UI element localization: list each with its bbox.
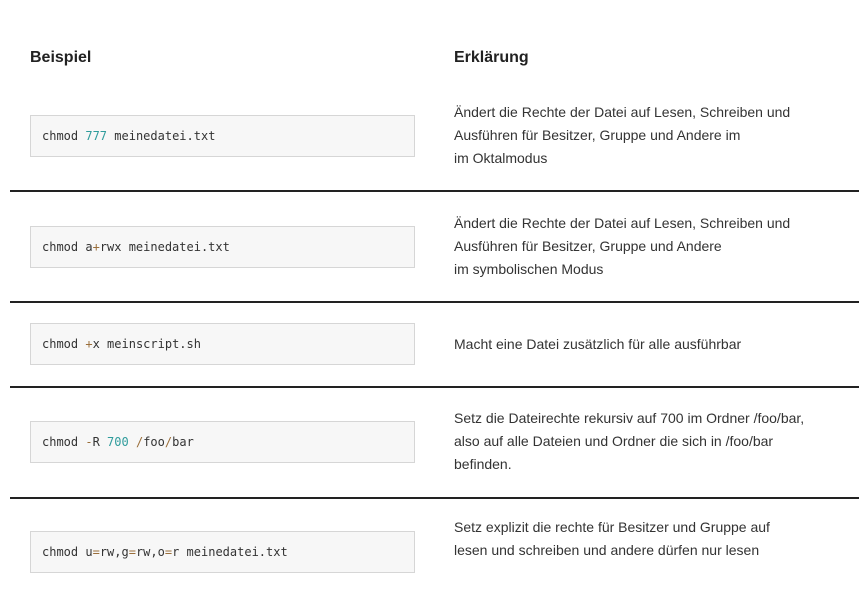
explanation-line: befinden. — [454, 456, 512, 472]
code-token: rw,g — [99, 545, 129, 559]
code-token: - — [85, 435, 93, 449]
code-token: 700 — [107, 435, 129, 449]
code-token: chmod u — [42, 545, 93, 559]
explanation-line: im symbolischen Modus — [454, 261, 604, 277]
code-token: chmod — [42, 129, 86, 143]
explanation-text: Macht eine Datei zusätzlich für alle aus… — [454, 333, 854, 356]
code-token: chmod — [42, 435, 86, 449]
code-token: + — [85, 337, 93, 351]
code-token: rw,o — [135, 545, 165, 559]
code-token: = — [92, 545, 100, 559]
explanation-line: Ausführen für Besitzer, Gruppe und Ander… — [454, 127, 741, 143]
explanation-line: Ändert die Rechte der Datei auf Lesen, S… — [454, 215, 791, 231]
code-token: chmod — [42, 337, 86, 351]
explanation-line: Setz explizit die rechte für Besitzer un… — [454, 519, 770, 535]
table-row: chmod 777 meinedatei.txt Ändert die Recht… — [10, 92, 859, 192]
code-example: chmod -R 700 /foo/bar — [30, 421, 415, 463]
code-example: chmod a+rwx meinedatei.txt — [30, 226, 415, 268]
code-token: R — [92, 435, 108, 449]
code-example: chmod u=rw,g=rw,o=r meinedatei.txt — [30, 531, 415, 573]
code-token: bar — [172, 435, 194, 449]
code-token: = — [164, 545, 173, 559]
table-header: Beispiel Erklärung — [10, 0, 859, 92]
table-body: chmod 777 meinedatei.txt Ändert die Recht… — [10, 92, 859, 589]
explanation-text: Setz explizit die rechte für Besitzer un… — [454, 516, 854, 562]
code-token: chmod a — [42, 240, 93, 254]
code-token: x meinscript.sh — [92, 337, 201, 351]
explanation-text: Ändert die Rechte der Datei auf Lesen, S… — [454, 101, 854, 170]
code-token: r meinedatei.txt — [172, 545, 288, 559]
explanation-line: Macht eine Datei zusätzlich für alle aus… — [454, 336, 742, 352]
table-row: chmod a+rwx meinedatei.txt Ändert die Rec… — [10, 192, 859, 303]
code-token: + — [92, 240, 100, 254]
table-row: chmod -R 700 /foo/bar Setz die Dateirecht… — [10, 388, 859, 499]
code-token: rwx meinedatei.txt — [99, 240, 230, 254]
table-row: chmod +x meinscript.sh Macht eine Datei z… — [10, 303, 859, 388]
explanation-line: lesen und schreiben und andere dürfen nu… — [454, 542, 760, 558]
explanation-text: Setz die Dateirechte rekursiv auf 700 im… — [454, 407, 854, 476]
explanation-line: Ausführen für Besitzer, Gruppe und Ander… — [454, 238, 722, 254]
code-token: = — [128, 545, 136, 559]
table-row: chmod u=rw,g=rw,o=r meinedatei.txt Setz e… — [10, 499, 859, 589]
explanation-line: Ändert die Rechte der Datei auf Lesen, S… — [454, 104, 791, 120]
explanation-line: also auf alle Dateien und Ordner die sic… — [454, 433, 774, 449]
header-example: Beispiel — [30, 49, 92, 66]
code-example: chmod 777 meinedatei.txt — [30, 115, 415, 157]
code-token: meinedatei.txt — [107, 129, 216, 143]
explanation-line: im Oktalmodus — [454, 150, 548, 166]
chmod-examples-table: Beispiel Erklärung chmod 777 meinedatei.… — [10, 0, 859, 589]
header-explanation: Erklärung — [454, 49, 529, 66]
explanation-line: Setz die Dateirechte rekursiv auf 700 im… — [454, 410, 805, 426]
code-token: foo — [143, 435, 165, 449]
code-token: 777 — [85, 129, 108, 143]
explanation-text: Ändert die Rechte der Datei auf Lesen, S… — [454, 212, 854, 281]
code-example: chmod +x meinscript.sh — [30, 323, 415, 365]
